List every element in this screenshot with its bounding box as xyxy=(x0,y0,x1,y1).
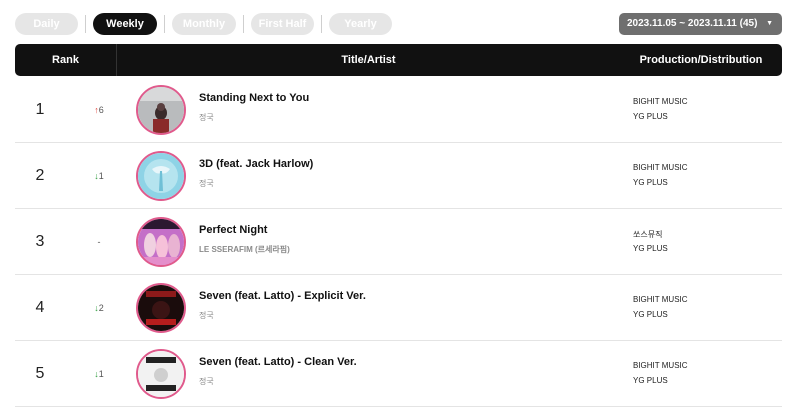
rank-change-value: 1 xyxy=(98,369,104,379)
rank-change-value: - xyxy=(97,237,101,247)
artist-name[interactable]: 정국 xyxy=(199,376,214,387)
header-rank: Rank xyxy=(15,44,117,76)
distribution-company: YG PLUS xyxy=(633,244,668,253)
table-row[interactable]: 3 - Perfect Night LE SSERAFIM (르세라핌) 쏘스뮤… xyxy=(15,209,782,275)
rank-change: ↓1 xyxy=(87,341,111,407)
artist-name[interactable]: 정국 xyxy=(199,310,214,321)
week-select-value: 2023.11.05 ~ 2023.11.11 (45) xyxy=(627,18,758,29)
album-cover[interactable] xyxy=(136,85,186,135)
song-title[interactable]: Seven (feat. Latto) - Clean Ver. xyxy=(199,356,357,368)
period-tabs: Daily Weekly Monthly First Half Yearly xyxy=(15,13,392,35)
song-title[interactable]: Standing Next to You xyxy=(199,92,309,104)
tab-monthly[interactable]: Monthly xyxy=(172,13,236,35)
distribution-company: YG PLUS xyxy=(633,112,668,121)
tab-divider xyxy=(243,15,244,33)
table-row[interactable]: 1 ↑6 Standing Next to You 정국 BIGHIT MUSI… xyxy=(15,77,782,143)
rank-number: 2 xyxy=(35,167,45,184)
rank-change-value: 1 xyxy=(98,171,104,181)
production-company: BIGHIT MUSIC xyxy=(633,163,688,172)
header-title-artist: Title/Artist xyxy=(341,54,396,66)
rank-change: ↓1 xyxy=(87,143,111,209)
chevron-down-icon: ▼ xyxy=(766,20,773,27)
rank-change-value: 2 xyxy=(98,303,104,313)
chart-table-body: 1 ↑6 Standing Next to You 정국 BIGHIT MUSI… xyxy=(15,77,782,407)
tab-weekly[interactable]: Weekly xyxy=(93,13,157,35)
album-cover[interactable] xyxy=(136,217,186,267)
tab-divider xyxy=(164,15,165,33)
header-production: Production/Distribution xyxy=(639,54,763,66)
song-title[interactable]: Perfect Night xyxy=(199,224,267,236)
rank-number: 4 xyxy=(35,299,45,316)
production-company: BIGHIT MUSIC xyxy=(633,295,688,304)
production-company: BIGHIT MUSIC xyxy=(633,97,688,106)
rank-change: ↓2 xyxy=(87,275,111,341)
album-cover[interactable] xyxy=(136,283,186,333)
album-cover[interactable] xyxy=(136,151,186,201)
tab-first-half[interactable]: First Half xyxy=(251,13,314,35)
rank-number: 3 xyxy=(35,233,45,250)
distribution-company: YG PLUS xyxy=(633,376,668,385)
rank-change-value: 6 xyxy=(98,105,104,115)
table-row[interactable]: 2 ↓1 3D (feat. Jack Harlow) 정국 BIGHIT MU… xyxy=(15,143,782,209)
song-title[interactable]: Seven (feat. Latto) - Explicit Ver. xyxy=(199,290,366,302)
rank-number: 5 xyxy=(35,365,45,382)
chart-table-header: Rank Title/Artist Production/Distributio… xyxy=(15,44,782,76)
rank-number: 1 xyxy=(35,101,45,118)
tab-divider xyxy=(85,15,86,33)
production-company: 쏘스뮤직 xyxy=(633,230,663,239)
rank-change: ↑6 xyxy=(87,77,111,143)
distribution-company: YG PLUS xyxy=(633,178,668,187)
artist-name[interactable]: LE SSERAFIM (르세라핌) xyxy=(199,244,290,255)
tab-daily[interactable]: Daily xyxy=(15,13,78,35)
artist-name[interactable]: 정국 xyxy=(199,112,214,123)
artist-name[interactable]: 정국 xyxy=(199,178,214,189)
tab-yearly[interactable]: Yearly xyxy=(329,13,392,35)
table-row[interactable]: 5 ↓1 Seven (feat. Latto) - Clean Ver. 정국… xyxy=(15,341,782,407)
album-cover[interactable] xyxy=(136,349,186,399)
tab-divider xyxy=(321,15,322,33)
week-select[interactable]: 2023.11.05 ~ 2023.11.11 (45) ▼ xyxy=(619,13,782,35)
distribution-company: YG PLUS xyxy=(633,310,668,319)
rank-change: - xyxy=(87,209,111,275)
production-company: BIGHIT MUSIC xyxy=(633,361,688,370)
song-title[interactable]: 3D (feat. Jack Harlow) xyxy=(199,158,313,170)
table-row[interactable]: 4 ↓2 Seven (feat. Latto) - Explicit Ver.… xyxy=(15,275,782,341)
